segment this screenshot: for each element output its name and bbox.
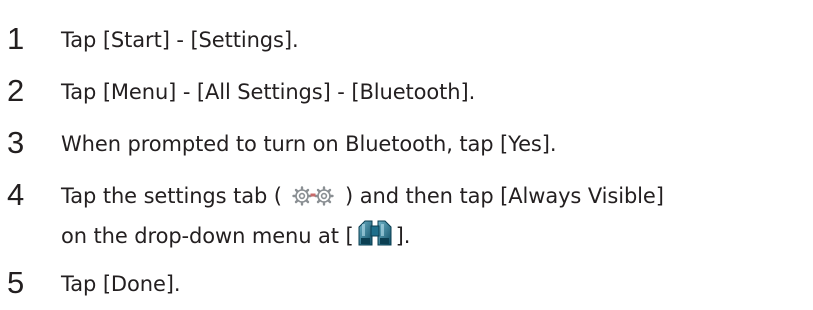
step-text: When prompted to turn on Bluetooth, tap …: [61, 132, 557, 156]
step-text-before-icon: Tap the settings tab (: [61, 184, 289, 208]
step-text-line-2: on the drop-down menu at [ ].: [61, 218, 410, 253]
step-number: 1: [7, 21, 25, 56]
instruction-steps: 1 Tap [Start] - [Settings]. 2 Tap [Menu]…: [0, 0, 813, 310]
step-text-line-1: Tap the settings tab () and then tap [A…: [61, 179, 664, 213]
step-number: 4: [7, 177, 25, 212]
step-text-after-icon: ].: [395, 224, 411, 248]
step-text-after-icon: ) and then tap [Always Visible]: [338, 184, 664, 208]
step-text-before-icon: on the drop-down menu at [: [61, 224, 354, 248]
step-number: 5: [7, 265, 25, 300]
step-number: 3: [7, 125, 25, 160]
step-text: Tap [Start] - [Settings].: [61, 28, 299, 52]
step-text: Tap [Menu] - [All Settings] - [Bluetooth…: [61, 80, 476, 104]
step-text: Tap [Done].: [61, 272, 181, 296]
step-number: 2: [7, 73, 25, 108]
settings-tab-gears-icon: [290, 183, 336, 206]
binoculars-icon: [355, 218, 395, 250]
